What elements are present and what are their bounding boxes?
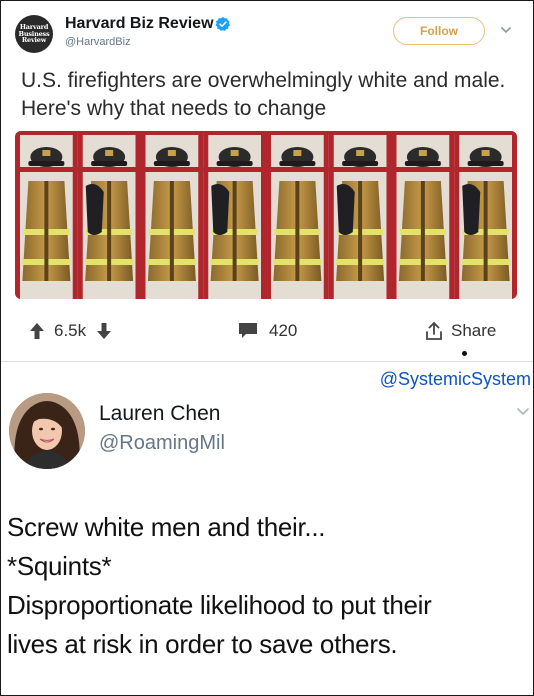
coat-seam	[107, 181, 112, 281]
locker-post	[323, 131, 329, 299]
tweet-photo[interactable]	[15, 131, 517, 299]
helmet-badge	[42, 150, 51, 156]
firefighter-lockers-image	[15, 131, 517, 299]
coat-seam	[232, 181, 237, 281]
locker-post	[266, 131, 271, 299]
coat-seam	[483, 181, 488, 281]
locker-post	[135, 131, 141, 299]
reply-author-name[interactable]: Lauren Chen	[99, 402, 220, 426]
verified-badge-icon	[215, 17, 230, 31]
helmet-badge	[356, 150, 365, 156]
helmet-brim	[467, 161, 504, 166]
chevron-down-icon[interactable]	[515, 403, 531, 419]
share-button[interactable]: Share	[425, 321, 496, 341]
arrow-down-icon[interactable]	[96, 322, 112, 340]
tweet-card: Harvard Business Review Harvard Biz Revi…	[1, 1, 533, 363]
share-label: Share	[451, 321, 497, 340]
locker-top	[391, 131, 455, 135]
coat-seam	[295, 181, 300, 281]
reply-text-line: lives at risk in order to save others.	[7, 629, 398, 659]
locker-post	[391, 131, 397, 299]
locker-top	[203, 131, 266, 135]
speech-bubble-icon	[239, 323, 257, 338]
chevron-down-icon[interactable]	[499, 23, 513, 37]
locker-shelf	[15, 167, 78, 172]
author-handle[interactable]: @HarvardBiz	[65, 36, 131, 48]
helmet-brim	[342, 161, 379, 166]
coat-seam	[358, 181, 363, 281]
helmet-badge	[167, 150, 176, 156]
locker-top	[140, 131, 204, 135]
reply-text-line: Disproportionate likelihood to put their	[7, 590, 432, 620]
follow-button[interactable]: Follow	[393, 17, 485, 45]
helmet-brim	[279, 161, 316, 166]
locker-shelf	[328, 167, 392, 172]
reply-text-line: *Squints*	[7, 551, 112, 581]
coat-seam	[420, 181, 425, 281]
reply-author-handle[interactable]: @RoamingMil	[99, 432, 225, 455]
locker-post	[140, 131, 146, 299]
helmet-brim	[216, 161, 253, 166]
helmet-badge	[230, 150, 239, 156]
reply-text: Screw white men and their... *Squints* D…	[7, 508, 533, 664]
avatar[interactable]	[9, 393, 85, 469]
comment-button[interactable]: 420	[237, 321, 297, 341]
locker-shelf	[203, 167, 266, 172]
helmet-badge	[105, 150, 114, 156]
helmet-badge	[293, 150, 302, 156]
locker-post	[512, 131, 517, 299]
author-name[interactable]: Harvard Biz Review	[65, 15, 214, 33]
locker-top	[266, 131, 329, 135]
locker-shelf	[77, 167, 141, 172]
helmet-badge	[418, 150, 427, 156]
locker-post	[203, 131, 209, 299]
locker-post	[261, 131, 266, 299]
share-upload-icon	[426, 322, 442, 340]
helmet-badge	[481, 150, 490, 156]
locker-shelf	[454, 167, 517, 172]
locker-top	[15, 131, 78, 135]
locker-post	[198, 131, 204, 299]
coat-seam	[44, 181, 49, 281]
logo-line: Review	[21, 36, 47, 45]
locker-post	[454, 131, 460, 299]
locker-top	[454, 131, 517, 135]
arrow-up-icon[interactable]	[29, 322, 45, 340]
locker-post	[77, 131, 83, 299]
locker-shelf	[391, 167, 455, 172]
watermark-handle: @SystemicSystem	[379, 369, 531, 389]
locker-post	[72, 131, 78, 299]
hanging-bag	[336, 184, 355, 235]
locker-post	[386, 131, 392, 299]
reply-text-line: Screw white men and their...	[7, 512, 326, 542]
screenshot-frame: Harvard Business Review Harvard Biz Revi…	[0, 0, 534, 696]
hanging-bag	[462, 184, 481, 235]
separator-dot	[462, 351, 467, 356]
author-avatar-logo[interactable]: Harvard Business Review	[15, 15, 53, 53]
coat-seam	[169, 181, 174, 281]
tweet-actions-bar: 6.5k 420 Share	[1, 313, 533, 353]
locker-shelf	[140, 167, 204, 172]
tweet-text: U.S. firefighters are overwhelmingly whi…	[21, 69, 506, 120]
locker-shelf	[266, 167, 329, 172]
helmet-brim	[91, 161, 128, 166]
hanging-bag	[211, 184, 230, 235]
locker-post	[328, 131, 334, 299]
locker-top	[77, 131, 141, 135]
helmet-brim	[404, 161, 441, 166]
profile-photo	[9, 393, 85, 469]
locker-post	[449, 131, 455, 299]
upvote-count: 6.5k	[54, 321, 87, 340]
hanging-bag	[85, 184, 104, 235]
helmet-brim	[28, 161, 65, 166]
vote-group: 6.5k	[29, 321, 112, 341]
comment-count: 420	[269, 321, 298, 340]
locker-top	[328, 131, 392, 135]
divider	[1, 361, 533, 362]
helmet-brim	[153, 161, 190, 166]
locker-post	[15, 131, 20, 299]
